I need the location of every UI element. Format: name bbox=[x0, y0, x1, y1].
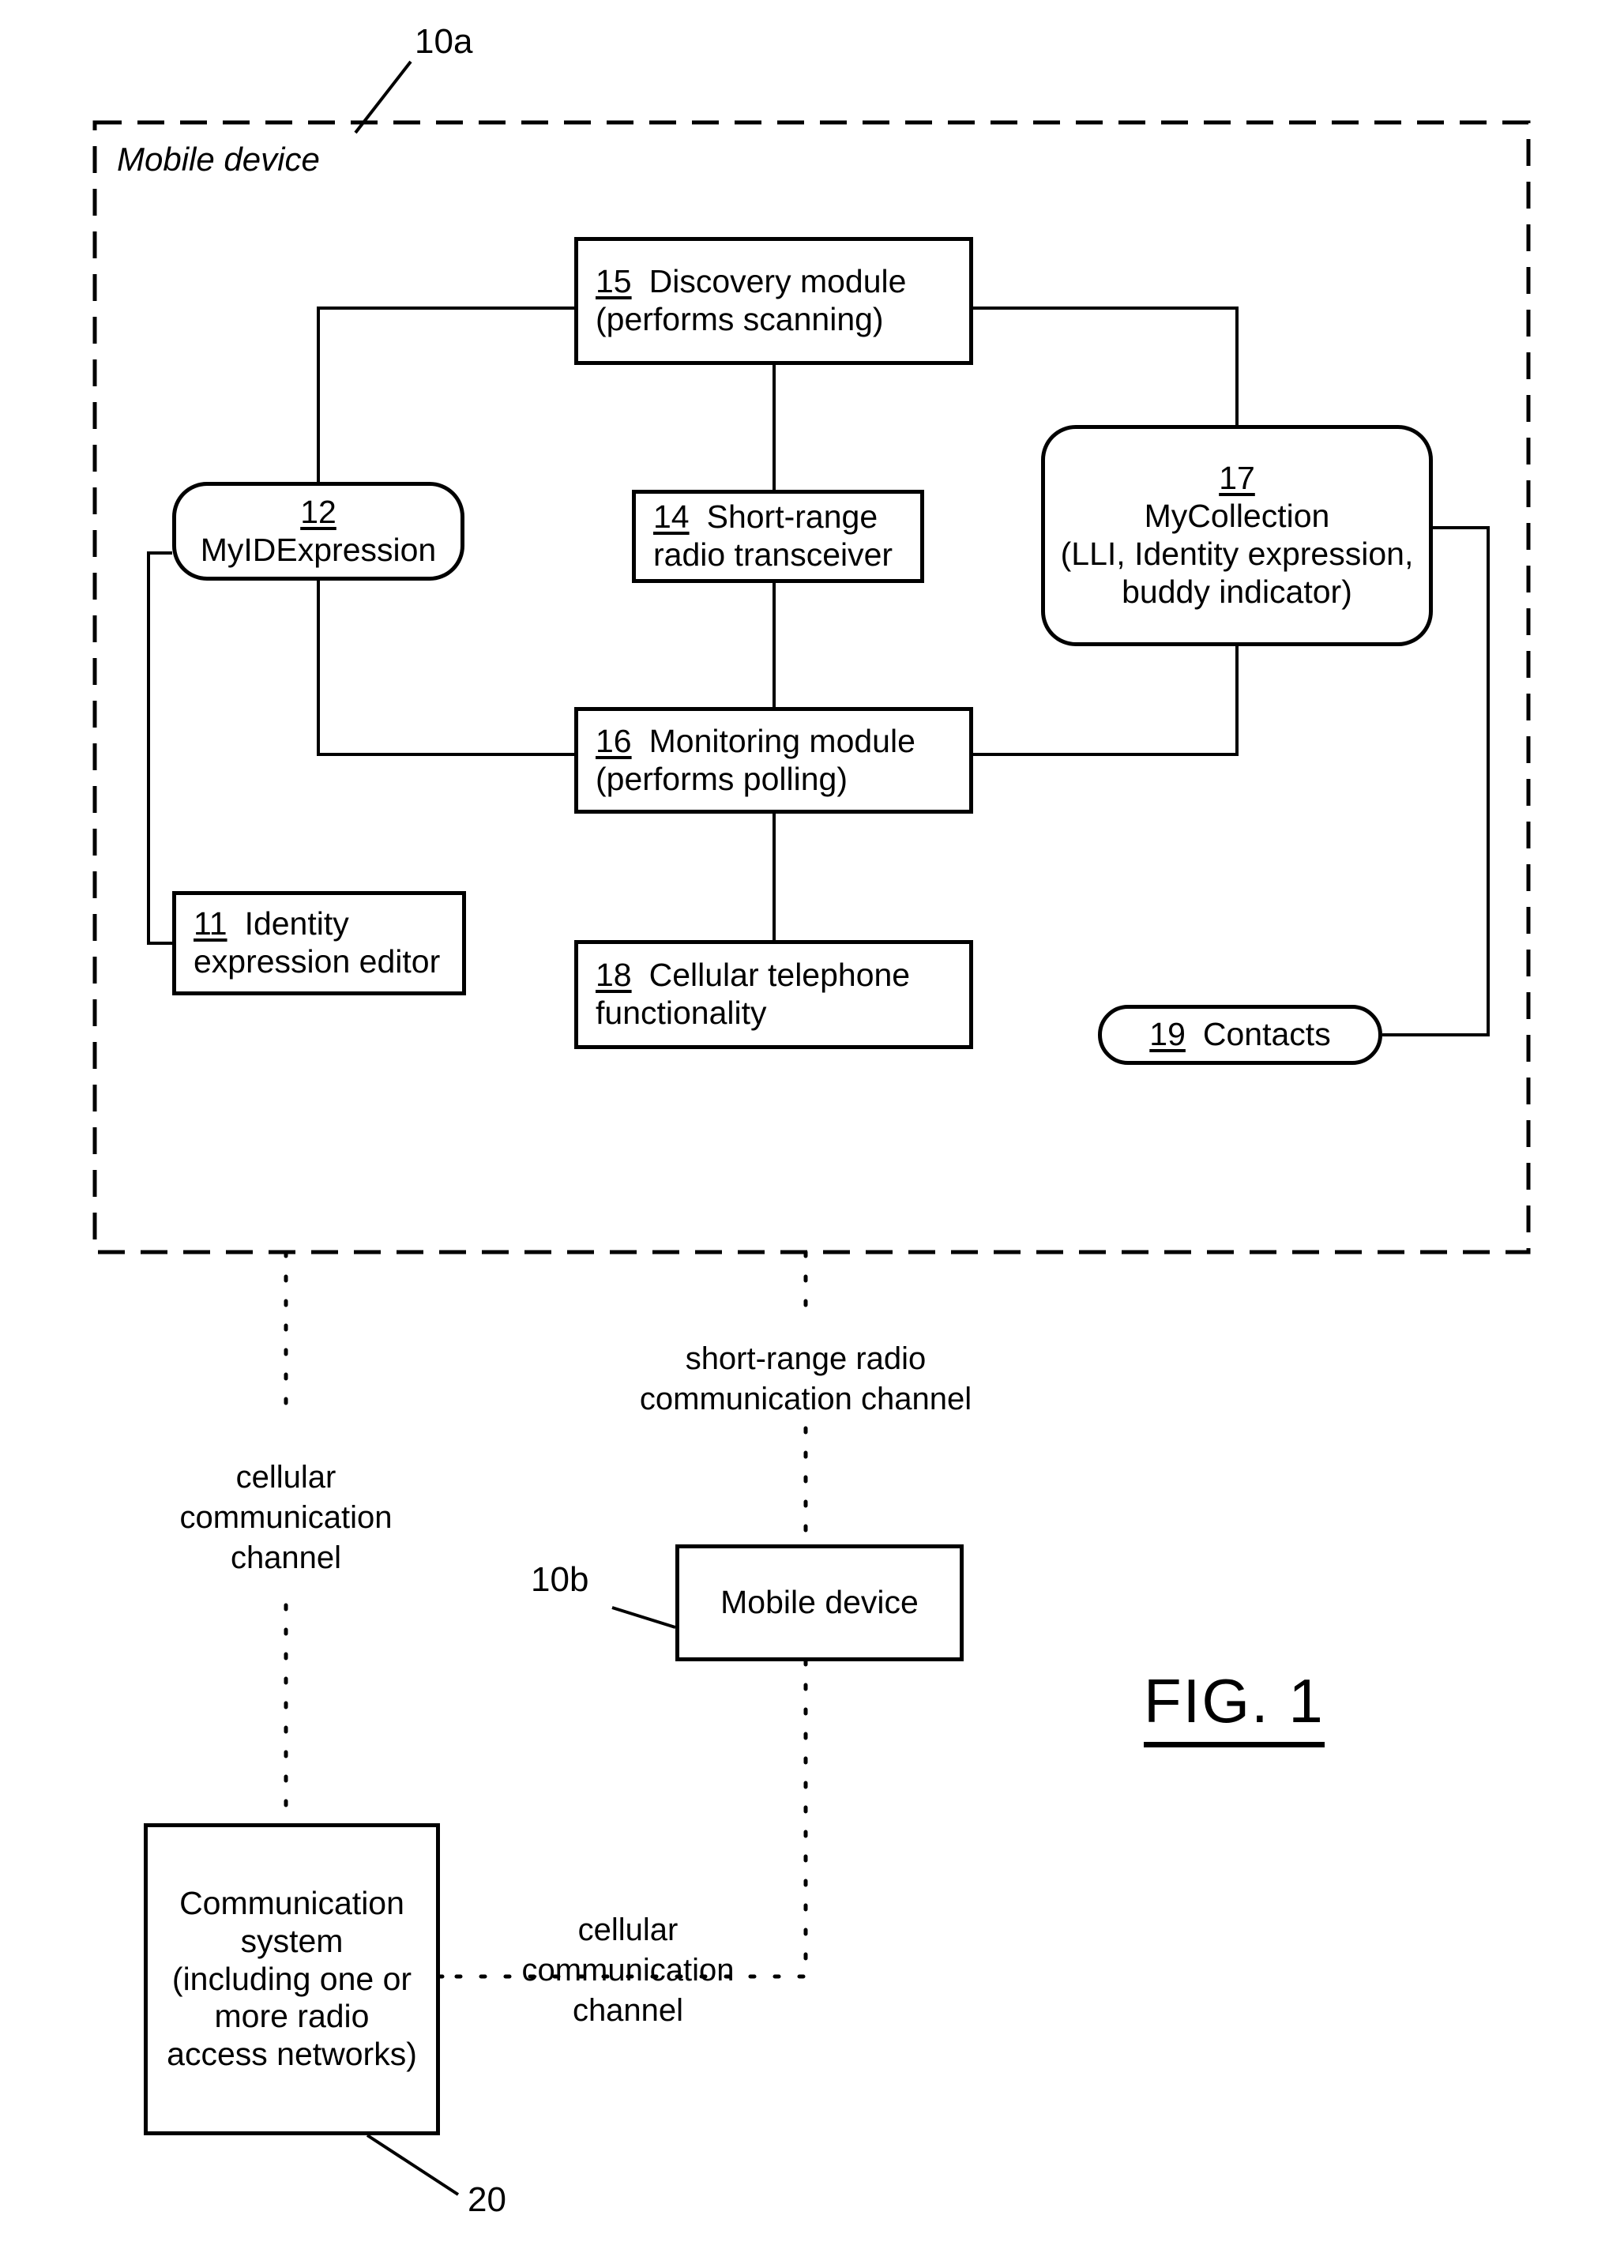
ref-tag-10b: 10b bbox=[531, 1560, 589, 1599]
communication-system-line5: access networks) bbox=[167, 2036, 417, 2073]
block-discovery-module[interactable]: 15 Discovery module (performs scanning) bbox=[574, 237, 973, 365]
figure-title: FIG. 1 bbox=[1144, 1665, 1325, 1747]
conn-monitoring-to-mycollection bbox=[973, 646, 1239, 756]
block-short-range-transceiver[interactable]: 14 Short-range radio transceiver bbox=[632, 490, 924, 583]
block-communication-system[interactable]: Communication system (including one or m… bbox=[144, 1823, 440, 2135]
mobile-device-a-label: Mobile device bbox=[117, 141, 320, 178]
block-monitoring-module[interactable]: 16 Monitoring module (performs polling) bbox=[574, 707, 973, 814]
ref-tag-20: 20 bbox=[468, 2180, 506, 2219]
ref-10a-leader bbox=[354, 60, 412, 134]
ref-18: 18 bbox=[596, 957, 632, 994]
editor-line1: 11 Identity bbox=[194, 905, 349, 942]
monitoring-module-line2: (performs polling) bbox=[596, 760, 848, 797]
ref-16: 16 bbox=[596, 722, 632, 759]
transceiver-line1: 14 Short-range bbox=[653, 498, 878, 536]
ref-19: 19 bbox=[1149, 1016, 1186, 1053]
contacts-line1: 19 Contacts bbox=[1149, 1016, 1331, 1053]
conn-myidexpression-to-editor bbox=[147, 551, 172, 945]
block-myidexpression[interactable]: 12 MyIDExpression bbox=[172, 482, 464, 581]
mycollection-line1: MyCollection bbox=[1144, 498, 1330, 535]
ref-15: 15 bbox=[596, 263, 632, 300]
myidexpression-line1: MyIDExpression bbox=[200, 531, 437, 568]
block-contacts[interactable]: 19 Contacts bbox=[1098, 1005, 1382, 1065]
ref-14: 14 bbox=[653, 498, 690, 536]
conn-discovery-to-mycollection bbox=[973, 307, 1239, 425]
block-identity-expression-editor[interactable]: 11 Identity expression editor bbox=[172, 891, 466, 995]
discovery-module-line2: (performs scanning) bbox=[596, 301, 884, 337]
cellular-functionality-line2: functionality bbox=[596, 995, 767, 1031]
myidexpression-ref: 12 bbox=[176, 494, 461, 532]
discovery-module-line1: 15 Discovery module bbox=[596, 263, 907, 300]
monitoring-module-line1: 16 Monitoring module bbox=[596, 722, 915, 759]
cellular-functionality-line1: 18 Cellular telephone bbox=[596, 957, 911, 994]
label-short-range-communication-channel: short-range radio communication channel bbox=[639, 1341, 972, 1417]
figure-canvas: 10a Mobile device 15 Discovery module (pe… bbox=[0, 0, 1624, 2268]
block-mycollection[interactable]: 17 MyCollection (LLI, Identity expressio… bbox=[1041, 425, 1433, 646]
ref-10b-leader bbox=[611, 1606, 676, 1629]
ref-17: 17 bbox=[1219, 460, 1255, 497]
mobile-device-b-line1: Mobile device bbox=[720, 1584, 919, 1621]
communication-system-line3: (including one or bbox=[171, 1960, 412, 1997]
mycollection-line3: buddy indicator) bbox=[1122, 573, 1352, 610]
transceiver-line2: radio transceiver bbox=[653, 536, 893, 573]
communication-system-line2: system bbox=[240, 1922, 344, 1959]
ref-12: 12 bbox=[300, 493, 336, 530]
ref-tag-10a: 10a bbox=[415, 22, 473, 61]
editor-line2: expression editor bbox=[194, 943, 441, 980]
communication-system-line4: more radio bbox=[214, 1998, 370, 2035]
ref-20-leader bbox=[366, 2134, 460, 2196]
mycollection-line2: (LLI, Identity expression, bbox=[1060, 536, 1414, 572]
label-cellular-communication-channel-left: cellular communication channel bbox=[179, 1460, 393, 1576]
block-mobile-device-b[interactable]: Mobile device bbox=[675, 1544, 964, 1661]
block-cellular-telephone-functionality[interactable]: 18 Cellular telephone functionality bbox=[574, 940, 973, 1049]
label-cellular-communication-channel-bottom: cellular communication channel bbox=[521, 1913, 735, 2029]
mycollection-ref: 17 bbox=[1045, 460, 1429, 498]
ref-11: 11 bbox=[194, 905, 227, 942]
communication-system-line1: Communication bbox=[179, 1884, 404, 1921]
